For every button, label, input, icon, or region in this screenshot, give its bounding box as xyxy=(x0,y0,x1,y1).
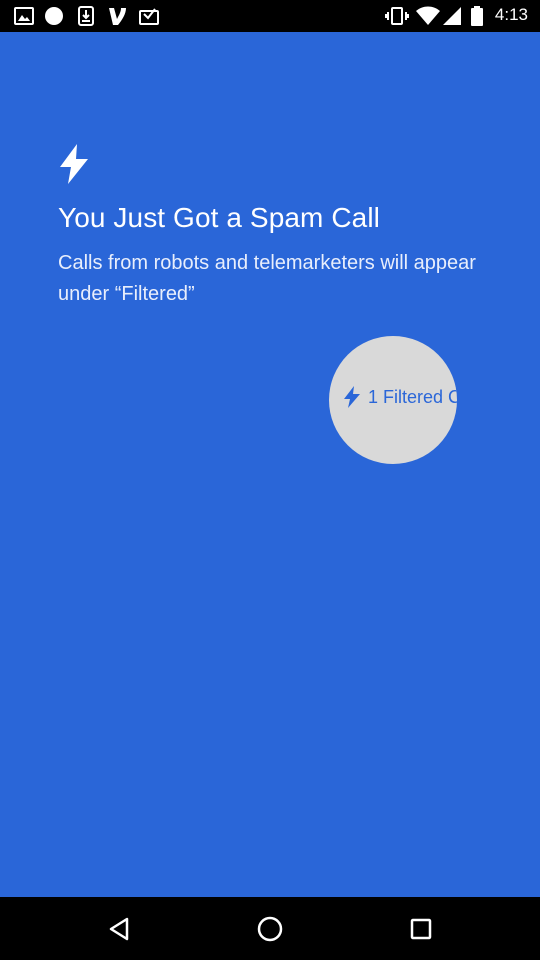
screen: 4:13 You Just Got a Spam Call Calls from… xyxy=(0,0,540,960)
signal-icon xyxy=(442,6,462,26)
download-icon xyxy=(78,6,94,26)
home-icon[interactable] xyxy=(254,913,286,945)
page-title: You Just Got a Spam Call xyxy=(58,202,380,233)
venmo-icon xyxy=(107,6,129,26)
status-bar: 4:13 xyxy=(0,0,540,32)
navigation-bar xyxy=(0,897,540,960)
circle-icon xyxy=(44,6,64,26)
status-time: 4:13 xyxy=(494,5,528,24)
filtered-chip-label: 1 Filtered C xyxy=(368,386,457,407)
highlight-circle[interactable]: 1 Filtered C xyxy=(329,336,457,464)
battery-icon xyxy=(471,6,483,26)
inbox-check-icon xyxy=(139,6,159,26)
bolt-icon xyxy=(58,144,90,184)
vibrate-icon xyxy=(385,6,409,26)
bolt-icon xyxy=(343,386,361,408)
page-subtitle: Calls from robots and telemarketers will… xyxy=(58,252,476,305)
recents-icon[interactable] xyxy=(405,913,437,945)
wifi-icon xyxy=(416,6,440,26)
filtered-calls-chip[interactable]: 1 Filtered C xyxy=(343,386,457,408)
image-icon xyxy=(14,6,34,26)
back-icon[interactable] xyxy=(103,913,135,945)
